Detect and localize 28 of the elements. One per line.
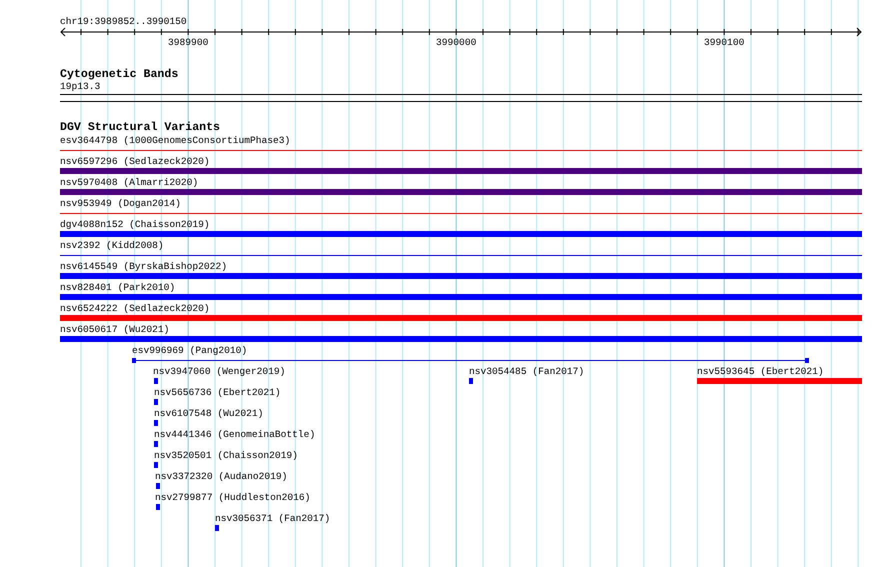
feature-label: dgv4088n152 (Chaisson2019) xyxy=(60,219,210,231)
ruler-position: chr19:3989852..3990150 xyxy=(60,16,187,27)
feature-label: nsv5593645 (Ebert2021) xyxy=(697,366,824,378)
feature-label: nsv6145549 (ByrskaBishop2022) xyxy=(60,261,227,273)
feature-label: nsv2392 (Kidd2008) xyxy=(60,240,164,252)
feature-label: nsv828401 (Park2010) xyxy=(60,282,176,294)
feature-label: nsv6050617 (Wu2021) xyxy=(60,324,170,336)
ruler-tick-label: 3990100 xyxy=(704,37,744,48)
ruler-tick-label: 3989900 xyxy=(168,37,208,48)
track-title: Cytogenetic Bands xyxy=(60,69,178,81)
feature-label: nsv4441346 (GenomeinaBottle) xyxy=(154,429,316,441)
ruler-tick-label: 3990000 xyxy=(436,37,476,48)
feature-label: nsv6524222 (Sedlazeck2020) xyxy=(60,303,210,315)
band-label: 19p13.3 xyxy=(60,81,100,92)
feature-label: nsv953949 (Dogan2014) xyxy=(60,198,181,210)
feature-label: esv996969 (Pang2010) xyxy=(132,345,248,357)
feature-label: nsv3056371 (Fan2017) xyxy=(215,513,330,525)
feature-label: nsv5970408 (Almarri2020) xyxy=(60,177,198,189)
feature-label: esv3644798 (1000GenomesConsortiumPhase3) xyxy=(60,135,290,147)
feature-label: nsv6597296 (Sedlazeck2020) xyxy=(60,156,210,168)
feature-label: nsv6107548 (Wu2021) xyxy=(154,408,264,420)
feature-label: nsv5656736 (Ebert2021) xyxy=(154,387,281,399)
feature-label: nsv3054485 (Fan2017) xyxy=(469,366,584,378)
feature-label: nsv3520501 (Chaisson2019) xyxy=(154,450,298,462)
feature-label: nsv3372320 (Audano2019) xyxy=(155,471,288,483)
feature-label: nsv2799877 (Huddleston2016) xyxy=(155,492,310,504)
track-title: DGV Structural Variants xyxy=(60,122,220,134)
feature-label: nsv3947060 (Wenger2019) xyxy=(153,366,286,378)
